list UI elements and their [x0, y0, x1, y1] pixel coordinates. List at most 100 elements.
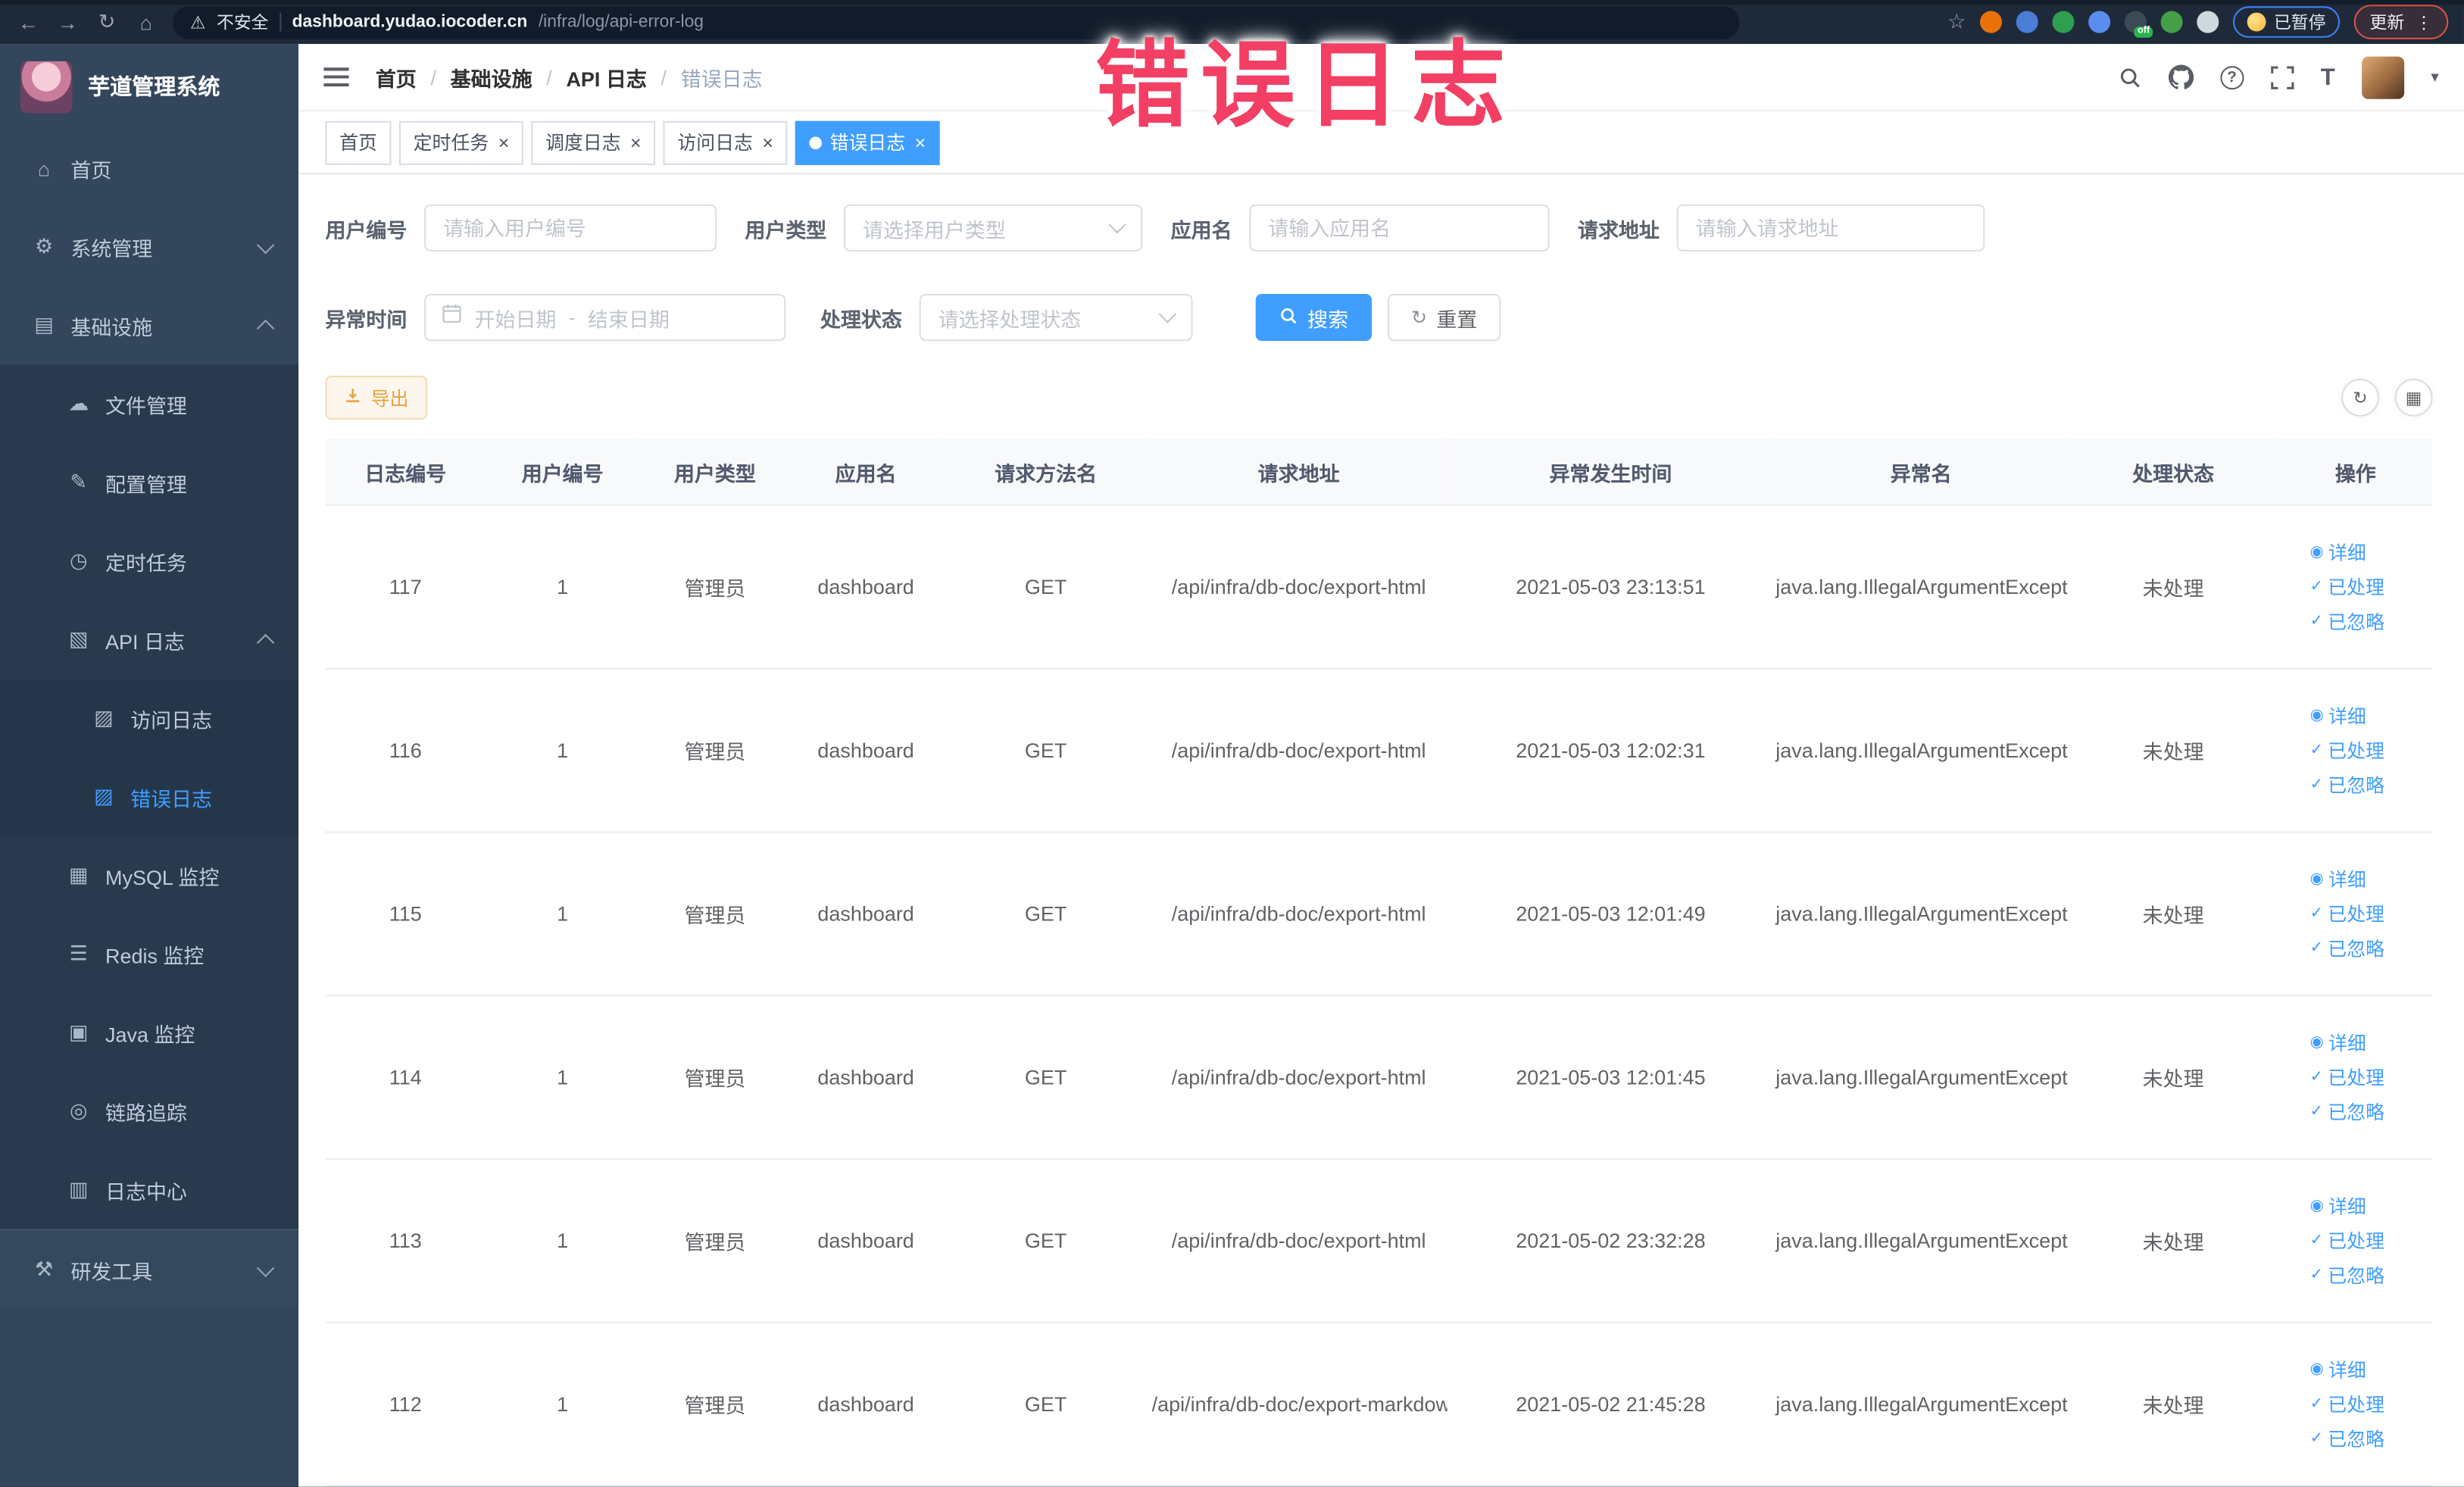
- hamburger-icon[interactable]: [323, 67, 349, 87]
- sidebar-item-错误日志[interactable]: ▨ 错误日志: [0, 757, 299, 836]
- sidebar-item-定时任务[interactable]: ◷ 定时任务: [0, 521, 299, 601]
- tab-调度日志[interactable]: 调度日志 ×: [531, 120, 656, 165]
- search-button[interactable]: 搜索: [1255, 293, 1373, 342]
- tab-首页[interactable]: 首页: [325, 120, 392, 165]
- sidebar-item-基础设施[interactable]: ▤ 基础设施: [0, 286, 298, 365]
- action-已忽略[interactable]: ✓ 已忽略: [2310, 1098, 2384, 1125]
- breadcrumb-separator: /: [430, 65, 436, 89]
- security-warning-icon[interactable]: ⚠: [190, 12, 205, 33]
- action-详细[interactable]: ◉ 详细: [2310, 1193, 2366, 1220]
- action-已处理[interactable]: ✓ 已处理: [2310, 1391, 2384, 1417]
- action-详细[interactable]: ◉ 详细: [2310, 866, 2366, 892]
- extension-leaf-icon[interactable]: [2160, 11, 2183, 33]
- fullscreen-icon[interactable]: [2270, 65, 2294, 89]
- sidebar-item-配置管理[interactable]: ✎ 配置管理: [0, 443, 299, 522]
- export-button[interactable]: 导出: [325, 375, 428, 420]
- forward-icon[interactable]: →: [55, 10, 80, 33]
- tab-定时任务[interactable]: 定时任务 ×: [398, 120, 523, 165]
- sidebar-item-Java 监控[interactable]: ▣ Java 监控: [0, 993, 299, 1072]
- avatar[interactable]: [2362, 56, 2405, 99]
- action-详细[interactable]: ◉ 详细: [2310, 539, 2366, 566]
- breadcrumb-item[interactable]: API 日志: [566, 62, 646, 92]
- sidebar-item-label: 文件管理: [105, 393, 187, 417]
- paused-badge[interactable]: 已暂停: [2233, 6, 2341, 38]
- user-type-select[interactable]: 请选择用户类型: [844, 204, 1143, 251]
- cell-id: 115: [325, 832, 486, 997]
- home-icon[interactable]: ⌂: [133, 10, 158, 33]
- back-icon[interactable]: ←: [16, 10, 41, 33]
- action-已处理[interactable]: ✓ 已处理: [2310, 737, 2384, 764]
- reload-icon[interactable]: ↻: [94, 9, 119, 34]
- cell-method: GET: [941, 1322, 1151, 1487]
- bookmark-star-icon[interactable]: ☆: [1947, 9, 1966, 34]
- update-button[interactable]: 更新 ⋮: [2353, 5, 2449, 39]
- sidebar-item-Redis 监控[interactable]: ☰ Redis 监控: [0, 914, 299, 994]
- extension-blue-grid-icon[interactable]: [2088, 11, 2111, 33]
- close-icon[interactable]: ×: [762, 132, 773, 154]
- sidebar-item-文件管理[interactable]: ☁ 文件管理: [0, 364, 299, 444]
- process-status-select[interactable]: 请选择处理状态: [919, 293, 1193, 342]
- sidebar-item-首页[interactable]: ⌂ 首页: [0, 129, 298, 208]
- action-详细[interactable]: ◉ 详细: [2310, 1356, 2366, 1382]
- request-url-input[interactable]: [1676, 204, 1985, 251]
- sidebar-item-日志中心[interactable]: ▥ 日志中心: [0, 1150, 299, 1229]
- check-icon: ✓: [2309, 613, 2324, 630]
- sidebar-item-系统管理[interactable]: ⚙ 系统管理: [0, 208, 298, 286]
- browser-menu-icon[interactable]: ⋮: [2416, 12, 2433, 33]
- font-size-icon[interactable]: T: [2321, 64, 2335, 90]
- cell-actions: ◉ 详细 ✓ 已处理 ✓ 已忽略: [2278, 1159, 2433, 1323]
- search-icon[interactable]: [2118, 66, 2141, 89]
- close-icon[interactable]: ×: [915, 132, 926, 154]
- sidebar-item-研发工具[interactable]: ⚒ 研发工具: [0, 1229, 299, 1310]
- action-已处理[interactable]: ✓ 已处理: [2310, 1064, 2384, 1091]
- action-详细[interactable]: ◉ 详细: [2310, 1029, 2366, 1056]
- action-已忽略[interactable]: ✓ 已忽略: [2310, 772, 2384, 798]
- cell-app_name: dashboard: [790, 505, 942, 670]
- close-icon[interactable]: ×: [630, 132, 642, 154]
- app-name-input[interactable]: [1249, 204, 1550, 251]
- user-id-label: 用户编号: [325, 217, 408, 242]
- app-logo-row[interactable]: 芋道管理系统: [0, 44, 298, 129]
- sidebar-item-MySQL 监控[interactable]: ▦ MySQL 监控: [0, 836, 299, 915]
- extension-blue-shield-icon[interactable]: [2016, 11, 2038, 33]
- breadcrumb-item[interactable]: 首页: [376, 62, 417, 92]
- action-label: 已忽略: [2328, 1265, 2385, 1288]
- close-icon[interactable]: ×: [498, 132, 510, 154]
- extension-light-icon[interactable]: [2197, 11, 2219, 33]
- chevron-down-icon[interactable]: ▾: [2431, 69, 2438, 86]
- refresh-icon[interactable]: ↻: [2341, 378, 2379, 417]
- error-log-icon: ▨: [94, 784, 114, 808]
- refresh-icon: ↻: [1411, 306, 1427, 329]
- redis-monitor-icon: ☰: [69, 941, 88, 965]
- sidebar-item-链路追踪[interactable]: ◎ 链路追踪: [0, 1071, 299, 1151]
- sidebar-item-API 日志[interactable]: ▧ API 日志: [0, 600, 299, 679]
- browser-window: ← → ↻ ⌂ ⚠ 不安全 dashboard.yudao.iocoder.cn…: [0, 0, 2464, 1487]
- cell-app_name: dashboard: [790, 995, 942, 1161]
- action-已忽略[interactable]: ✓ 已忽略: [2310, 935, 2384, 961]
- help-icon[interactable]: ?: [2219, 65, 2244, 89]
- extension-orange-icon[interactable]: [1979, 11, 2003, 33]
- cell-id: 117: [325, 505, 486, 670]
- extension-green-circle-icon[interactable]: [2052, 11, 2075, 33]
- action-已处理[interactable]: ✓ 已处理: [2310, 1227, 2384, 1254]
- columns-visibility-icon[interactable]: ▦: [2394, 378, 2433, 417]
- github-icon[interactable]: [2168, 64, 2194, 90]
- action-已处理[interactable]: ✓ 已处理: [2310, 901, 2384, 927]
- action-已处理[interactable]: ✓ 已处理: [2310, 573, 2384, 600]
- action-已忽略[interactable]: ✓ 已忽略: [2310, 608, 2384, 635]
- breadcrumb-item[interactable]: 基础设施: [451, 62, 532, 92]
- action-已忽略[interactable]: ✓ 已忽略: [2310, 1262, 2384, 1289]
- java-monitor-icon: ▣: [68, 1020, 89, 1044]
- action-已忽略[interactable]: ✓ 已忽略: [2310, 1426, 2384, 1452]
- user-id-input[interactable]: [424, 204, 717, 251]
- reset-button[interactable]: ↻ 重置: [1387, 293, 1501, 342]
- cell-exception: java.lang.IllegalArgumentException: [1774, 668, 2069, 833]
- end-date-placeholder: 结束日期: [587, 307, 670, 331]
- cell-actions: ◉ 详细 ✓ 已处理 ✓ 已忽略: [2278, 1322, 2433, 1487]
- extension-dark-icon[interactable]: off: [2124, 11, 2153, 38]
- sidebar-item-访问日志[interactable]: ▨ 访问日志: [0, 679, 299, 758]
- action-详细[interactable]: ◉ 详细: [2310, 702, 2366, 729]
- exception-time-range-picker[interactable]: 开始日期 - 结束日期: [424, 293, 786, 342]
- tab-访问日志[interactable]: 访问日志 ×: [663, 120, 788, 165]
- tab-错误日志[interactable]: 错误日志 ×: [795, 120, 940, 165]
